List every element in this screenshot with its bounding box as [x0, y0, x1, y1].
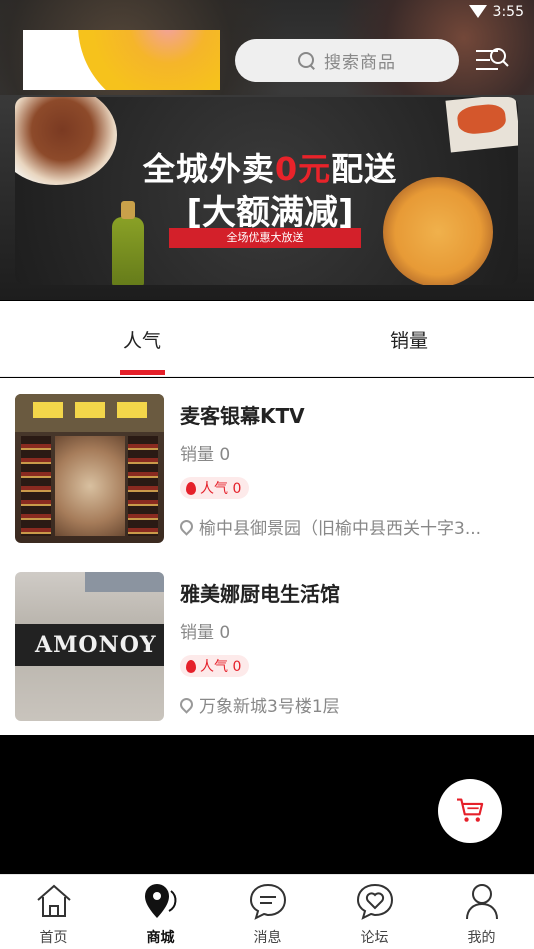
banner-ribbon: 全场优惠大放送 [169, 228, 361, 248]
cart-icon [457, 798, 484, 822]
banner-subheadline: [大额满减] [186, 193, 354, 233]
shop-list: 麦客银幕KTV 销量 0 人气 0 榆中县御景园（旧榆中县西关十字3... AM… [0, 378, 534, 735]
oil-bottle-image [112, 201, 144, 285]
heart-chat-icon [356, 883, 393, 920]
shop-sales: 销量 0 [180, 623, 231, 643]
location-pin-icon [180, 695, 196, 714]
nav-mall[interactable]: 商城 [107, 875, 214, 949]
list-item[interactable]: 麦客银幕KTV 销量 0 人气 0 榆中县御景园（旧榆中县西关十字3... [0, 378, 534, 556]
status-time: 3:55 [492, 4, 524, 20]
nav-profile[interactable]: 我的 [428, 875, 534, 949]
promo-banner[interactable]: 全城外卖0元配送 [大额满减] 全场优惠大放送 [15, 97, 518, 285]
active-tab-indicator [120, 370, 165, 375]
thumbnail-sign-text: AMONOY [15, 624, 164, 666]
pizza-image [383, 177, 493, 285]
search-icon [298, 51, 316, 70]
shop-thumbnail: AMONOY [15, 572, 164, 721]
seafood-image [445, 97, 518, 153]
fire-icon [186, 659, 196, 673]
nav-forum[interactable]: 论坛 [321, 875, 428, 949]
nav-messages[interactable]: 消息 [214, 875, 321, 949]
search-placeholder: 搜索商品 [324, 53, 396, 73]
shop-title: 麦客银幕KTV [180, 404, 305, 428]
app-logo [23, 30, 220, 90]
search-bar[interactable]: 搜索商品 [235, 39, 459, 82]
shop-address: 榆中县御景园（旧榆中县西关十字3... [180, 514, 520, 539]
sort-tabs: 人气 销量 [0, 301, 534, 377]
nav-home[interactable]: 首页 [0, 875, 107, 949]
shop-thumbnail [15, 394, 164, 543]
cart-button[interactable] [438, 779, 502, 843]
list-item[interactable]: AMONOY 雅美娜厨电生活馆 销量 0 人气 0 万象新城3号楼1层 [0, 556, 534, 734]
popularity-badge: 人气 0 [180, 655, 250, 677]
user-icon [465, 884, 498, 920]
location-pin-icon [180, 517, 196, 536]
popularity-badge: 人气 0 [180, 477, 250, 499]
fire-icon [186, 481, 196, 495]
banner-headline: 全城外卖0元配送 [142, 150, 398, 188]
bottom-navigation: 首页 商城 消息 论坛 我的 [0, 874, 534, 949]
tab-sales[interactable]: 销量 [356, 301, 462, 377]
tab-popularity[interactable]: 人气 [89, 301, 195, 377]
shop-sales: 销量 0 [180, 445, 231, 465]
wifi-icon [469, 5, 487, 18]
category-search-icon[interactable] [476, 46, 510, 76]
status-bar: 3:55 [0, 0, 534, 26]
home-icon [36, 884, 71, 917]
chat-icon [249, 883, 286, 920]
map-pin-icon [144, 884, 176, 918]
steak-image [15, 97, 117, 185]
shop-address: 万象新城3号楼1层 [180, 692, 520, 717]
shop-title: 雅美娜厨电生活馆 [180, 582, 340, 606]
